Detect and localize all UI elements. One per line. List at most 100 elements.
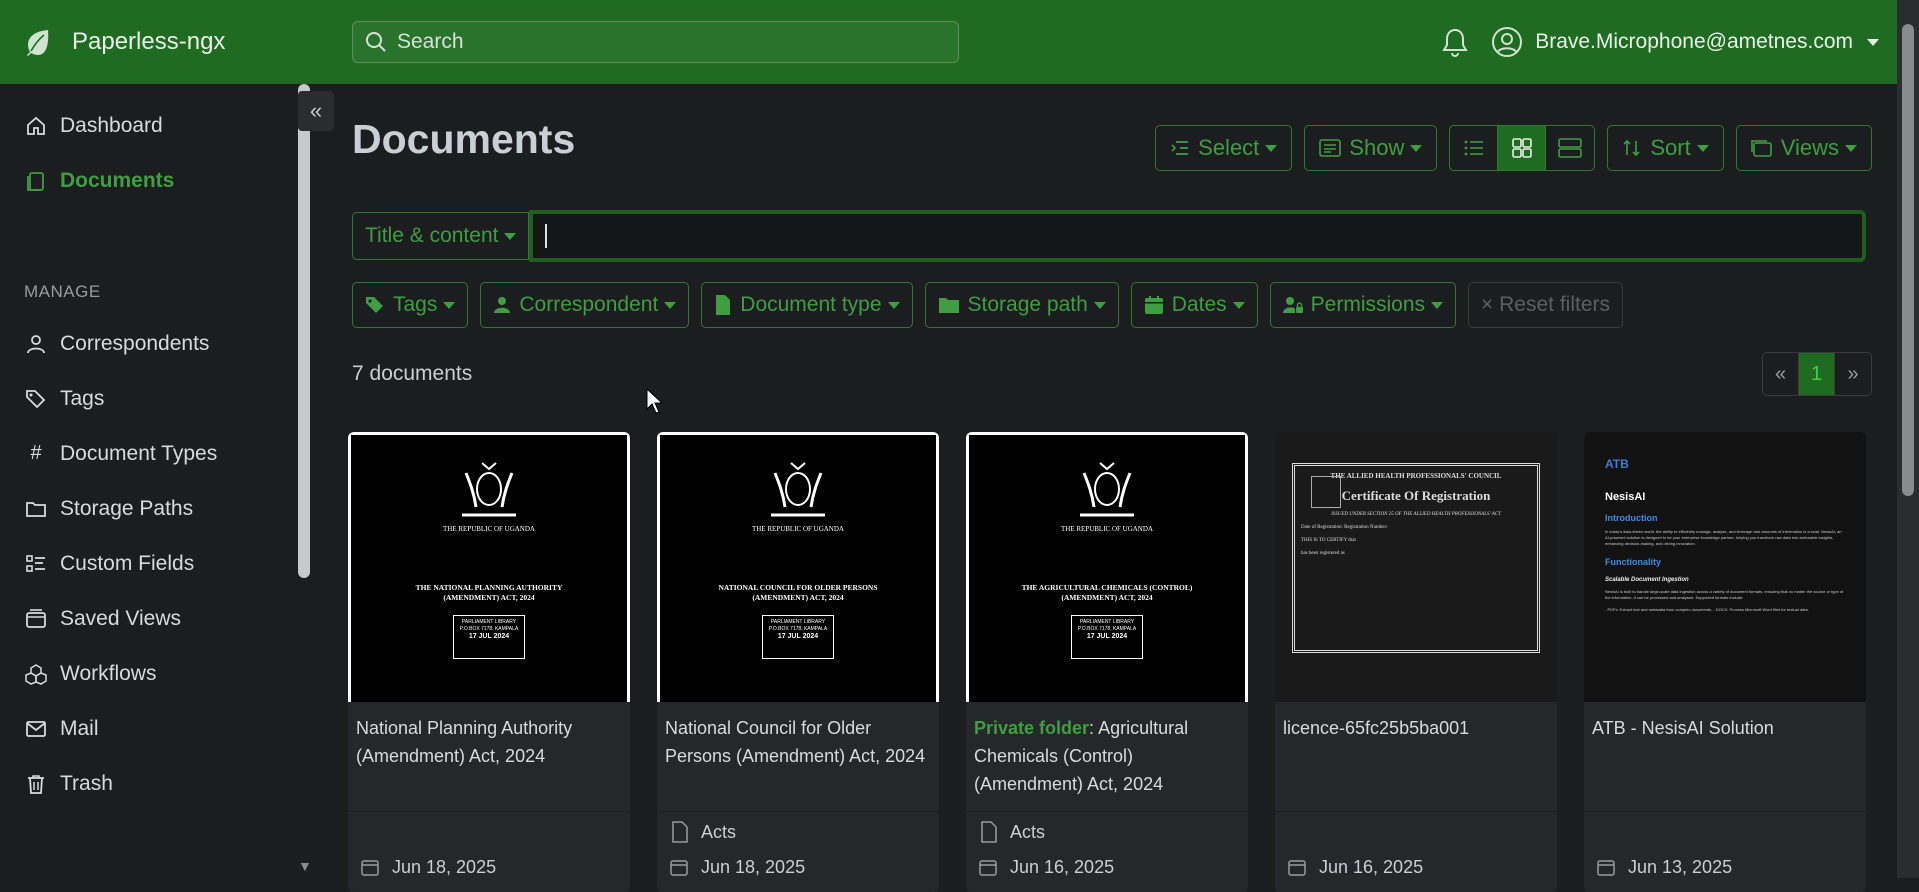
permissions-filter-button[interactable]: Permissions	[1269, 282, 1457, 328]
sidebar-item-mail[interactable]: Mail	[0, 701, 292, 756]
list-icon	[1464, 140, 1483, 156]
table-view-button[interactable]	[1450, 126, 1499, 170]
sidebar-item-dashboard[interactable]: Dashboard	[0, 98, 292, 153]
thumb-act-line1: THE NATIONAL PLANNING AUTHORITY	[415, 583, 563, 592]
sidebar-item-label: Custom Fields	[60, 551, 195, 575]
sidebar-item-label: Mail	[60, 716, 99, 740]
document-card[interactable]: ATB NesisAI Introduction In today's data…	[1584, 432, 1866, 892]
page-scrollbar[interactable]	[1897, 0, 1919, 878]
views-button[interactable]: Views	[1735, 125, 1872, 171]
sidebar-scrollbar-thumb[interactable]	[298, 84, 310, 578]
sidebar-item-correspondents[interactable]: Correspondents	[0, 316, 292, 371]
document-card[interactable]: THE REPUBLIC OF UGANDA THE AGRICULTURAL …	[966, 432, 1248, 892]
ui-checks-icon	[24, 552, 48, 576]
show-button[interactable]: Show	[1304, 125, 1438, 171]
document-type-row[interactable]: Acts	[657, 812, 939, 852]
sidebar-collapse-button[interactable]: «	[298, 91, 334, 131]
small-cards-view-button[interactable]	[1498, 126, 1547, 170]
sidebar-item-trash[interactable]: Trash	[0, 756, 292, 811]
scroll-down-arrow-icon[interactable]: ▼	[298, 858, 312, 874]
document-type-row[interactable]: Acts	[966, 812, 1248, 852]
text-filter-input[interactable]	[529, 210, 1866, 262]
document-thumbnail[interactable]: THE REPUBLIC OF UGANDA NATIONAL COUNCIL …	[657, 432, 939, 702]
document-thumbnail[interactable]: THE REPUBLIC OF UGANDA THE NATIONAL PLAN…	[348, 432, 630, 702]
cert-line-1: Date of Registration: Registration Numbe…	[1301, 525, 1388, 530]
calendar-icon	[670, 860, 688, 876]
files-icon	[24, 169, 48, 193]
sort-button[interactable]: Sort	[1607, 125, 1724, 171]
document-title[interactable]: Private folder: Agricultural Chemicals (…	[966, 702, 1248, 812]
search-input[interactable]	[397, 30, 937, 54]
title-separator: :	[1089, 718, 1099, 738]
document-title[interactable]: National Planning Authority (Amendment) …	[348, 702, 630, 812]
storage-path-filter-button[interactable]: Storage path	[924, 282, 1119, 328]
sidebar-item-saved-views[interactable]: Saved Views	[0, 591, 292, 646]
document-card[interactable]: THE ALLIED HEALTH PROFESSIONALS' COUNCIL…	[1275, 432, 1557, 892]
thumb-republic-text: THE REPUBLIC OF UGANDA	[1061, 525, 1153, 533]
reset-filters-button[interactable]: × Reset filters	[1468, 282, 1623, 328]
thumb-act-line2: (AMENDMENT) ACT, 2024	[1061, 593, 1153, 602]
house-icon	[24, 114, 48, 138]
chevron-down-icon	[1845, 144, 1857, 152]
chevron-down-icon	[1093, 301, 1106, 309]
page-scrollbar-thumb[interactable]	[1902, 24, 1914, 496]
chevron-down-icon	[1431, 301, 1444, 309]
user-menu[interactable]: Brave.Microphone@ametnes.com	[1491, 26, 1879, 58]
atb-para-2: NesisAI is built to handle large-scale d…	[1605, 589, 1844, 600]
sidebar-item-storage-paths[interactable]: Storage Paths	[0, 481, 292, 536]
global-search[interactable]	[352, 21, 959, 63]
pagination-prev[interactable]: «	[1763, 353, 1799, 395]
folder-icon	[24, 497, 48, 521]
thumb-republic-text: THE REPUBLIC OF UGANDA	[752, 525, 844, 533]
certificate-frame: THE ALLIED HEALTH PROFESSIONALS' COUNCIL…	[1292, 463, 1540, 653]
sort-arrows-icon	[1623, 139, 1640, 157]
thumb-act-title: THE AGRICULTURAL CHEMICALS (CONTROL) (AME…	[1007, 583, 1207, 603]
search-icon	[366, 32, 386, 52]
permissions-filter-label: Permissions	[1310, 293, 1426, 316]
document-title-text: ATB - NesisAI Solution	[1592, 718, 1774, 738]
sidebar-item-custom-fields[interactable]: Custom Fields	[0, 536, 292, 591]
tags-filter-button[interactable]: Tags	[352, 282, 469, 328]
atb-heading: NesisAI	[1605, 491, 1646, 503]
dates-filter-button[interactable]: Dates	[1130, 282, 1258, 328]
document-thumbnail[interactable]: THE ALLIED HEALTH PROFESSIONALS' COUNCIL…	[1275, 432, 1557, 702]
document-thumbnail[interactable]: THE REPUBLIC OF UGANDA THE AGRICULTURAL …	[966, 432, 1248, 702]
pagination-next[interactable]: »	[1835, 353, 1871, 395]
document-thumbnail[interactable]: ATB NesisAI Introduction In today's data…	[1584, 432, 1866, 702]
calendar-icon	[361, 860, 379, 876]
sidebar-item-documents[interactable]: Documents	[0, 153, 292, 208]
chevron-down-icon	[1232, 301, 1245, 309]
chevron-double-left-icon: «	[309, 98, 323, 123]
thumb-act-title: NATIONAL COUNCIL FOR OLDER PERSONS (AMEND…	[698, 583, 898, 603]
calendar-icon	[1288, 860, 1306, 876]
stamp-mid: P.O.BOX 7178, KAMPALA	[768, 626, 828, 632]
select-button[interactable]: Select	[1155, 125, 1293, 171]
pagination-page-1[interactable]: 1	[1799, 353, 1835, 395]
large-cards-view-button[interactable]	[1546, 126, 1594, 170]
bell-icon[interactable]	[1441, 27, 1469, 57]
document-title[interactable]: ATB - NesisAI Solution	[1584, 702, 1866, 812]
calendar-fill-icon	[1144, 296, 1163, 314]
sidebar-scrollbar[interactable]	[294, 84, 314, 878]
document-title[interactable]: licence-65fc25b5ba001	[1275, 702, 1557, 812]
correspondent-filter-button[interactable]: Correspondent	[480, 282, 690, 328]
stamp-mid: P.O.BOX 7178, KAMPALA	[459, 626, 519, 632]
brand[interactable]: Paperless-ngx	[0, 27, 352, 57]
document-type-filter-button[interactable]: Document type	[701, 282, 913, 328]
sidebar-item-tags[interactable]: Tags	[0, 371, 292, 426]
text-filter-mode-dropdown[interactable]: Title & content	[352, 212, 530, 260]
sidebar-item-document-types[interactable]: # Document Types	[0, 426, 292, 481]
sort-label: Sort	[1650, 135, 1691, 160]
uganda-coat-of-arms-icon	[462, 462, 516, 517]
document-title[interactable]: National Council for Older Persons (Amen…	[657, 702, 939, 812]
sidebar-item-workflows[interactable]: Workflows	[0, 646, 292, 701]
document-card[interactable]: THE REPUBLIC OF UGANDA THE NATIONAL PLAN…	[348, 432, 630, 892]
person-icon	[24, 332, 48, 356]
window-stack-icon	[24, 607, 48, 631]
document-type-text: Acts	[701, 821, 737, 842]
document-card[interactable]: THE REPUBLIC OF UGANDA NATIONAL COUNCIL …	[657, 432, 939, 892]
text-cursor	[545, 224, 548, 248]
private-folder-prefix: Private folder	[974, 718, 1090, 738]
atb-para-1: In today's data-driven world, the abilit…	[1605, 529, 1842, 546]
document-date-text: Jun 18, 2025	[701, 856, 806, 877]
